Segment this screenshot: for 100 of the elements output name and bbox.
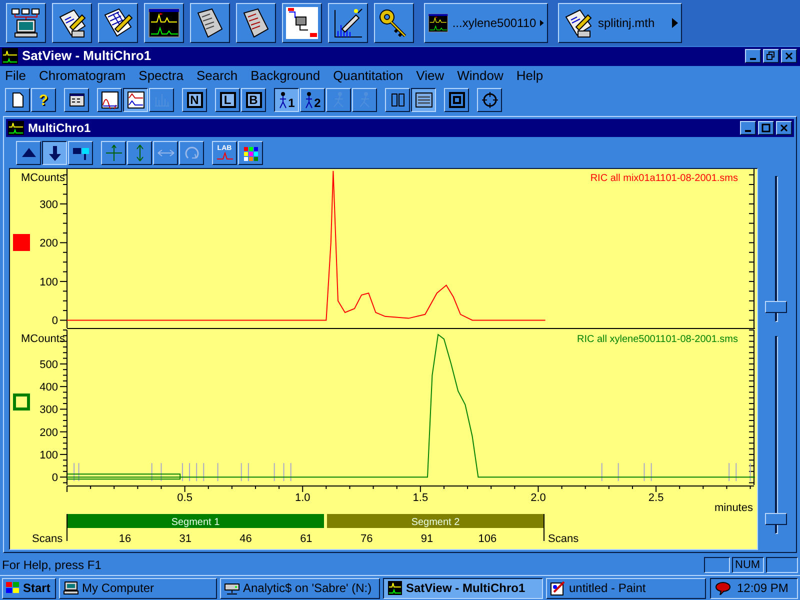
- window-title: SatView - MultiChro1: [22, 47, 152, 66]
- minimize-button[interactable]: [740, 121, 756, 136]
- menu-item[interactable]: View: [416, 66, 444, 86]
- axis-title: MCounts: [20, 333, 65, 346]
- tick-label: 1.5: [412, 492, 428, 504]
- menu-item[interactable]: Spectra: [138, 66, 184, 86]
- file-conversion-icon: [286, 6, 318, 39]
- close-icon: [784, 51, 794, 62]
- tick-label: 46: [240, 533, 252, 546]
- help-icon: ?: [38, 92, 48, 108]
- clock: 12:09 PM: [737, 580, 788, 598]
- taskbar-button[interactable]: SatView - MultiChro1: [383, 578, 543, 599]
- app-icon: [2, 48, 18, 64]
- restore-button[interactable]: [763, 49, 779, 64]
- axis-title: Scans: [548, 533, 579, 546]
- chromatogram-window-icon: [387, 580, 403, 596]
- vertical-slider[interactable]: [763, 176, 789, 322]
- status-pane: [766, 557, 798, 574]
- window-grid-icon: [68, 91, 86, 110]
- spectrum-bars-icon: [152, 91, 170, 110]
- menu-arrow-icon: [672, 18, 678, 28]
- slider-thumb[interactable]: [765, 513, 787, 525]
- menu-arrow-icon: [540, 18, 544, 28]
- chromatogram-window-icon: [148, 6, 180, 39]
- peaks-icon: [100, 91, 118, 110]
- menu-item[interactable]: Background: [250, 66, 320, 86]
- start-button[interactable]: Start: [2, 578, 56, 599]
- taskbar-button[interactable]: Analytic$ on 'Sabre' (N:): [220, 578, 380, 599]
- tick-label: 2.0: [530, 492, 546, 504]
- taskbar-button[interactable]: untitled - Paint: [546, 578, 706, 599]
- computer-icon: [63, 580, 79, 596]
- minimize-icon: [744, 130, 752, 132]
- tick-label: 200: [40, 238, 58, 250]
- maximize-button[interactable]: [758, 121, 774, 136]
- computer-icon: [10, 6, 42, 39]
- close-button[interactable]: [781, 49, 797, 64]
- close-icon: [779, 123, 789, 134]
- axis-title: Scans: [32, 533, 63, 546]
- toolbar-button[interactable]: B: [241, 88, 266, 112]
- status-pane: [704, 557, 730, 574]
- menu-item[interactable]: Window: [457, 66, 504, 86]
- letter-icon: N: [186, 92, 202, 108]
- toolbar-button[interactable]: N: [182, 88, 207, 112]
- launcher-button[interactable]: [98, 2, 138, 43]
- tick-label: 61: [300, 533, 312, 546]
- toolbar-button[interactable]: [42, 140, 67, 165]
- toolbar-button[interactable]: [411, 88, 436, 112]
- tick-label: 300: [40, 404, 58, 416]
- taskbar-button[interactable]: My Computer: [59, 578, 217, 599]
- launcher-button[interactable]: ...xylene500110: [424, 2, 548, 43]
- menu-item[interactable]: Help: [516, 66, 544, 86]
- status-text: For Help, press F1: [2, 557, 102, 574]
- launcher-button[interactable]: [236, 2, 276, 43]
- menu-item[interactable]: Search: [196, 66, 238, 86]
- letter-icon: L: [220, 92, 236, 108]
- tick-label: 300: [40, 199, 58, 212]
- vertical-slider[interactable]: [763, 336, 789, 534]
- launcher-button[interactable]: [190, 2, 230, 43]
- slider-thumb[interactable]: [765, 300, 787, 313]
- document-icon: [8, 121, 24, 136]
- move-arrows-icon: [104, 144, 122, 162]
- menu-item[interactable]: Quantitation: [333, 66, 404, 86]
- tick-label: 1.0: [294, 492, 310, 504]
- status-indicator: NUM: [732, 557, 764, 574]
- tick-label: 16: [118, 533, 132, 546]
- segment-bar: Segment 1: [67, 514, 324, 528]
- tick-label: 91: [420, 533, 434, 546]
- spreadsheet-pen-icon: [102, 6, 134, 39]
- trace-title: RIC all xylene5001101-08-2001.sms: [576, 334, 738, 346]
- restore-icon: [766, 51, 776, 62]
- axis-title: MCounts: [20, 172, 65, 184]
- launcher-button[interactable]: splitinj.mth: [558, 2, 682, 43]
- launcher-button[interactable]: [144, 2, 184, 43]
- tick-label: 76: [360, 533, 373, 546]
- menu-item[interactable]: File: [5, 66, 26, 86]
- toolbar-button[interactable]: 1: [274, 88, 299, 112]
- maximize-icon: [761, 123, 771, 134]
- launcher-button[interactable]: [328, 2, 368, 43]
- close-button[interactable]: [776, 121, 792, 136]
- tick-label: 400: [40, 382, 58, 394]
- launcher-button[interactable]: [282, 2, 322, 43]
- bar-columns-icon: [388, 91, 406, 110]
- document-title: MultiChro1: [28, 120, 92, 138]
- syringe-chart-icon: [332, 6, 364, 39]
- minimize-button[interactable]: [745, 49, 761, 64]
- menu-item[interactable]: Chromatogram: [38, 66, 126, 86]
- toolbar-button[interactable]: 2: [300, 88, 325, 112]
- tick-label: 500: [40, 359, 58, 372]
- axis-title: minutes: [714, 502, 753, 514]
- launcher-button[interactable]: [52, 2, 92, 43]
- minimize-icon: [749, 58, 757, 60]
- tick-label: 100: [40, 276, 58, 289]
- frame-icon: [448, 91, 466, 110]
- launcher-button[interactable]: [374, 2, 414, 43]
- tick-label: 0.5: [177, 492, 192, 504]
- launcher-button[interactable]: [6, 2, 46, 43]
- windows-logo-icon: [5, 581, 21, 596]
- toolbar-button[interactable]: [123, 88, 148, 112]
- toolbar-button[interactable]: ?: [31, 88, 56, 112]
- toolbar-button[interactable]: L: [215, 88, 240, 112]
